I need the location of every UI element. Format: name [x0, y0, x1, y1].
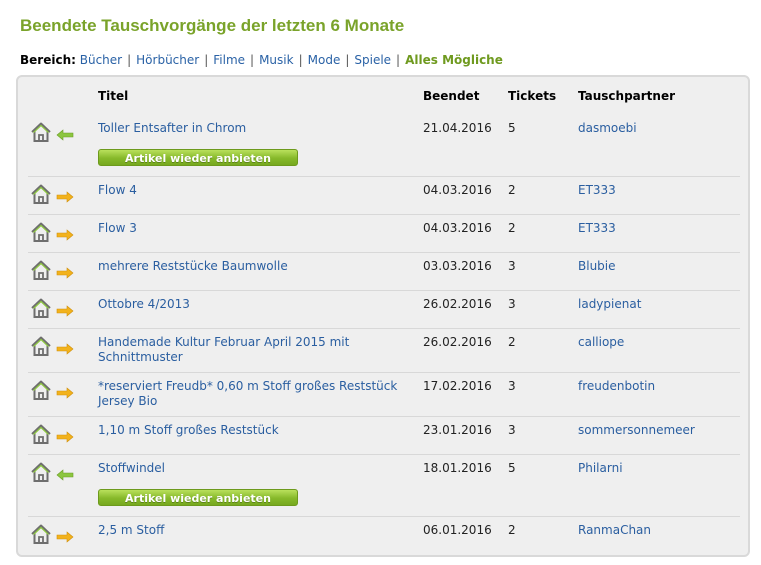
- home-icon: [30, 183, 52, 205]
- filter-link-5[interactable]: Spiele: [354, 53, 391, 67]
- tickets-count: 3: [508, 379, 516, 393]
- column-header-tickets: Tickets: [508, 89, 557, 103]
- item-title-link[interactable]: mehrere Reststücke Baumwolle: [98, 259, 416, 274]
- filter-separator: |: [345, 53, 350, 67]
- item-title-link[interactable]: Flow 3: [98, 221, 416, 236]
- arrow-right-icon: [56, 302, 74, 317]
- home-icon: [30, 379, 52, 401]
- filter-label: Bereich:: [20, 53, 76, 67]
- ended-date: 03.03.2016: [423, 259, 492, 273]
- item-title-link[interactable]: 2,5 m Stoff: [98, 523, 416, 538]
- row-divider: [28, 252, 740, 253]
- partner-link[interactable]: dasmoebi: [578, 121, 637, 136]
- column-header-title: Titel: [98, 89, 129, 103]
- filter-link-6[interactable]: Alles Mögliche: [405, 53, 503, 67]
- arrow-right-icon: [56, 528, 74, 543]
- ended-date: 04.03.2016: [423, 221, 492, 235]
- row-divider: [28, 516, 740, 517]
- arrow-right-icon: [56, 188, 74, 203]
- item-title-link[interactable]: Toller Entsafter in Chrom: [98, 121, 416, 136]
- item-title-link[interactable]: *reserviert Freudb* 0,60 m Stoff großes …: [98, 379, 416, 409]
- column-header-partner: Tauschpartner: [578, 89, 676, 103]
- page-title: Beendete Tauschvorgänge der letzten 6 Mo…: [20, 16, 405, 35]
- home-icon: [30, 259, 52, 281]
- arrow-right-icon: [56, 226, 74, 241]
- row-divider: [28, 290, 740, 291]
- home-icon: [30, 423, 52, 445]
- ended-date: 26.02.2016: [423, 297, 492, 311]
- arrow-right-icon: [56, 264, 74, 279]
- item-title-link[interactable]: Flow 4: [98, 183, 416, 198]
- partner-link[interactable]: Blubie: [578, 259, 616, 274]
- filter-link-2[interactable]: Filme: [213, 53, 245, 67]
- row-divider: [28, 416, 740, 417]
- filter-separator: |: [250, 53, 255, 67]
- partner-link[interactable]: ET333: [578, 221, 616, 236]
- home-icon: [30, 121, 52, 143]
- arrow-right-icon: [56, 340, 74, 355]
- tickets-count: 2: [508, 221, 516, 235]
- filter-link-1[interactable]: Hörbücher: [136, 53, 199, 67]
- row-divider: [28, 454, 740, 455]
- home-icon: [30, 461, 52, 483]
- item-title-link[interactable]: Stoffwindel: [98, 461, 416, 476]
- tickets-count: 5: [508, 461, 516, 475]
- row-divider: [28, 372, 740, 373]
- home-icon: [30, 335, 52, 357]
- arrow-right-icon: [56, 428, 74, 443]
- ended-date: 21.04.2016: [423, 121, 492, 135]
- arrow-left-icon: [56, 126, 74, 141]
- arrow-right-icon: [56, 384, 74, 399]
- ended-date: 26.02.2016: [423, 335, 492, 349]
- partner-link[interactable]: freudenbotin: [578, 379, 655, 394]
- filter-link-0[interactable]: Bücher: [80, 53, 122, 67]
- tickets-count: 3: [508, 297, 516, 311]
- home-icon: [30, 297, 52, 319]
- ended-date: 04.03.2016: [423, 183, 492, 197]
- item-title-link[interactable]: 1,10 m Stoff großes Reststück: [98, 423, 416, 438]
- row-divider: [28, 214, 740, 215]
- tickets-count: 2: [508, 335, 516, 349]
- filter-separator: |: [298, 53, 303, 67]
- home-icon: [30, 221, 52, 243]
- reoffer-button[interactable]: Artikel wieder anbieten: [98, 489, 298, 506]
- tickets-count: 3: [508, 259, 516, 273]
- partner-link[interactable]: RanmaChan: [578, 523, 651, 538]
- column-header-ended: Beendet: [423, 89, 480, 103]
- tickets-count: 2: [508, 523, 516, 537]
- partner-link[interactable]: ladypienat: [578, 297, 641, 312]
- filter-separator: |: [396, 53, 401, 67]
- partner-link[interactable]: sommersonnemeer: [578, 423, 695, 438]
- row-divider: [28, 176, 740, 177]
- row-divider: [28, 328, 740, 329]
- ended-date: 17.02.2016: [423, 379, 492, 393]
- tickets-count: 5: [508, 121, 516, 135]
- ended-date: 23.01.2016: [423, 423, 492, 437]
- home-icon: [30, 523, 52, 545]
- filter-separator: |: [204, 53, 209, 67]
- filter-separator: |: [127, 53, 132, 67]
- partner-link[interactable]: ET333: [578, 183, 616, 198]
- filter-link-3[interactable]: Musik: [259, 53, 294, 67]
- reoffer-button[interactable]: Artikel wieder anbieten: [98, 149, 298, 166]
- arrow-left-icon: [56, 466, 74, 481]
- partner-link[interactable]: calliope: [578, 335, 624, 350]
- category-filter: Bereich: Bücher | Hörbücher | Filme | Musik | Mo…: [20, 53, 503, 67]
- partner-link[interactable]: Philarni: [578, 461, 623, 476]
- ended-date: 06.01.2016: [423, 523, 492, 537]
- item-title-link[interactable]: Handemade Kultur Februar April 2015 mit …: [98, 335, 416, 365]
- tickets-count: 3: [508, 423, 516, 437]
- ended-date: 18.01.2016: [423, 461, 492, 475]
- tickets-count: 2: [508, 183, 516, 197]
- transactions-panel: [16, 75, 750, 557]
- item-title-link[interactable]: Ottobre 4/2013: [98, 297, 416, 312]
- filter-link-4[interactable]: Mode: [308, 53, 341, 67]
